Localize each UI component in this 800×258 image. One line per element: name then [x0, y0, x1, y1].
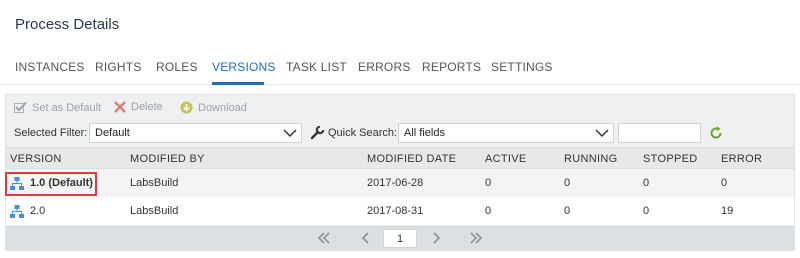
quick-search-dropdown[interactable]: All fields	[398, 123, 614, 143]
modified-by-cell: LabsBuild	[130, 205, 179, 217]
double-chevron-left-icon	[317, 232, 330, 244]
wrench-icon	[310, 125, 325, 145]
tab-bar: INSTANCES RIGHTS ROLES VERSIONS TASK LIS…	[0, 55, 800, 85]
chevron-right-icon	[433, 232, 441, 244]
selected-filter-dropdown[interactable]: Default	[89, 123, 302, 143]
delete-button[interactable]: Delete	[114, 101, 163, 113]
quick-search-input[interactable]	[618, 123, 701, 143]
column-error[interactable]: ERROR	[721, 153, 762, 165]
filter-row: Selected Filter: Default Quick Search: A…	[6, 123, 794, 145]
refresh-icon[interactable]	[709, 126, 723, 145]
stopped-cell: 0	[643, 177, 650, 189]
download-button[interactable]: Download	[180, 101, 247, 114]
running-cell: 0	[564, 205, 571, 217]
modified-date-cell: 2017-08-31	[367, 205, 424, 217]
delete-label: Delete	[131, 101, 163, 113]
modified-date-cell: 2017-06-28	[367, 177, 424, 189]
first-page-button[interactable]	[316, 230, 332, 249]
quick-search-value: All fields	[404, 127, 445, 139]
chevron-left-icon	[361, 232, 369, 244]
highlight-box	[5, 172, 97, 196]
column-stopped[interactable]: STOPPED	[643, 153, 697, 165]
tab-settings[interactable]: SETTINGS	[491, 60, 553, 74]
double-chevron-right-icon	[470, 232, 483, 244]
tab-roles[interactable]: ROLES	[156, 60, 198, 74]
quick-search-label: Quick Search:	[328, 127, 398, 139]
chevron-down-icon	[283, 126, 297, 143]
grid-header: VERSION MODIFIED BY MODIFIED DATE ACTIVE…	[6, 147, 794, 169]
pager: 1	[6, 226, 794, 250]
delete-x-icon	[114, 101, 126, 113]
prev-page-button[interactable]	[358, 230, 374, 249]
tab-rights[interactable]: RIGHTS	[95, 60, 142, 74]
error-cell: 0	[721, 177, 728, 189]
versions-grid: VERSION MODIFIED BY MODIFIED DATE ACTIVE…	[5, 147, 794, 225]
column-running[interactable]: RUNNING	[564, 153, 617, 165]
tab-versions[interactable]: VERSIONS	[212, 60, 276, 74]
column-modified-by[interactable]: MODIFIED BY	[130, 153, 205, 165]
column-modified-date[interactable]: MODIFIED DATE	[367, 153, 456, 165]
tab-reports[interactable]: REPORTS	[422, 60, 481, 74]
next-page-button[interactable]	[428, 230, 444, 249]
active-cell: 0	[485, 205, 492, 217]
tab-instances[interactable]: INSTANCES	[15, 60, 85, 74]
tab-task-list[interactable]: TASK LIST	[286, 60, 347, 74]
column-active[interactable]: ACTIVE	[485, 153, 527, 165]
running-cell: 0	[564, 177, 571, 189]
modified-by-cell: LabsBuild	[130, 177, 179, 189]
table-row[interactable]: 1.0 (Default) LabsBuild 2017-06-28 0 0 0…	[5, 169, 794, 197]
error-cell: 19	[721, 205, 734, 217]
set-default-button[interactable]: Set as Default	[14, 101, 101, 114]
column-version[interactable]: VERSION	[10, 153, 62, 165]
toolbar: Set as Default Delete Download	[6, 95, 794, 121]
chevron-down-icon	[595, 126, 609, 143]
checkmark-icon	[14, 101, 27, 114]
versions-panel: Set as Default Delete Download Selected …	[5, 94, 795, 251]
tab-errors[interactable]: ERRORS	[358, 60, 411, 74]
process-icon	[10, 205, 24, 222]
active-cell: 0	[485, 177, 492, 189]
table-row[interactable]: 2.0 LabsBuild 2017-08-31 0 0 0 19	[6, 197, 794, 225]
version-cell[interactable]: 2.0	[30, 205, 45, 217]
active-tab-indicator	[212, 82, 264, 85]
last-page-button[interactable]	[468, 230, 484, 249]
stopped-cell: 0	[643, 205, 650, 217]
download-icon	[180, 101, 193, 114]
selected-filter-value: Default	[95, 127, 130, 139]
selected-filter-label: Selected Filter:	[14, 127, 88, 139]
set-default-label: Set as Default	[32, 101, 102, 114]
page-number-input[interactable]: 1	[383, 229, 417, 248]
page-title: Process Details	[15, 16, 120, 33]
download-label: Download	[198, 101, 247, 114]
